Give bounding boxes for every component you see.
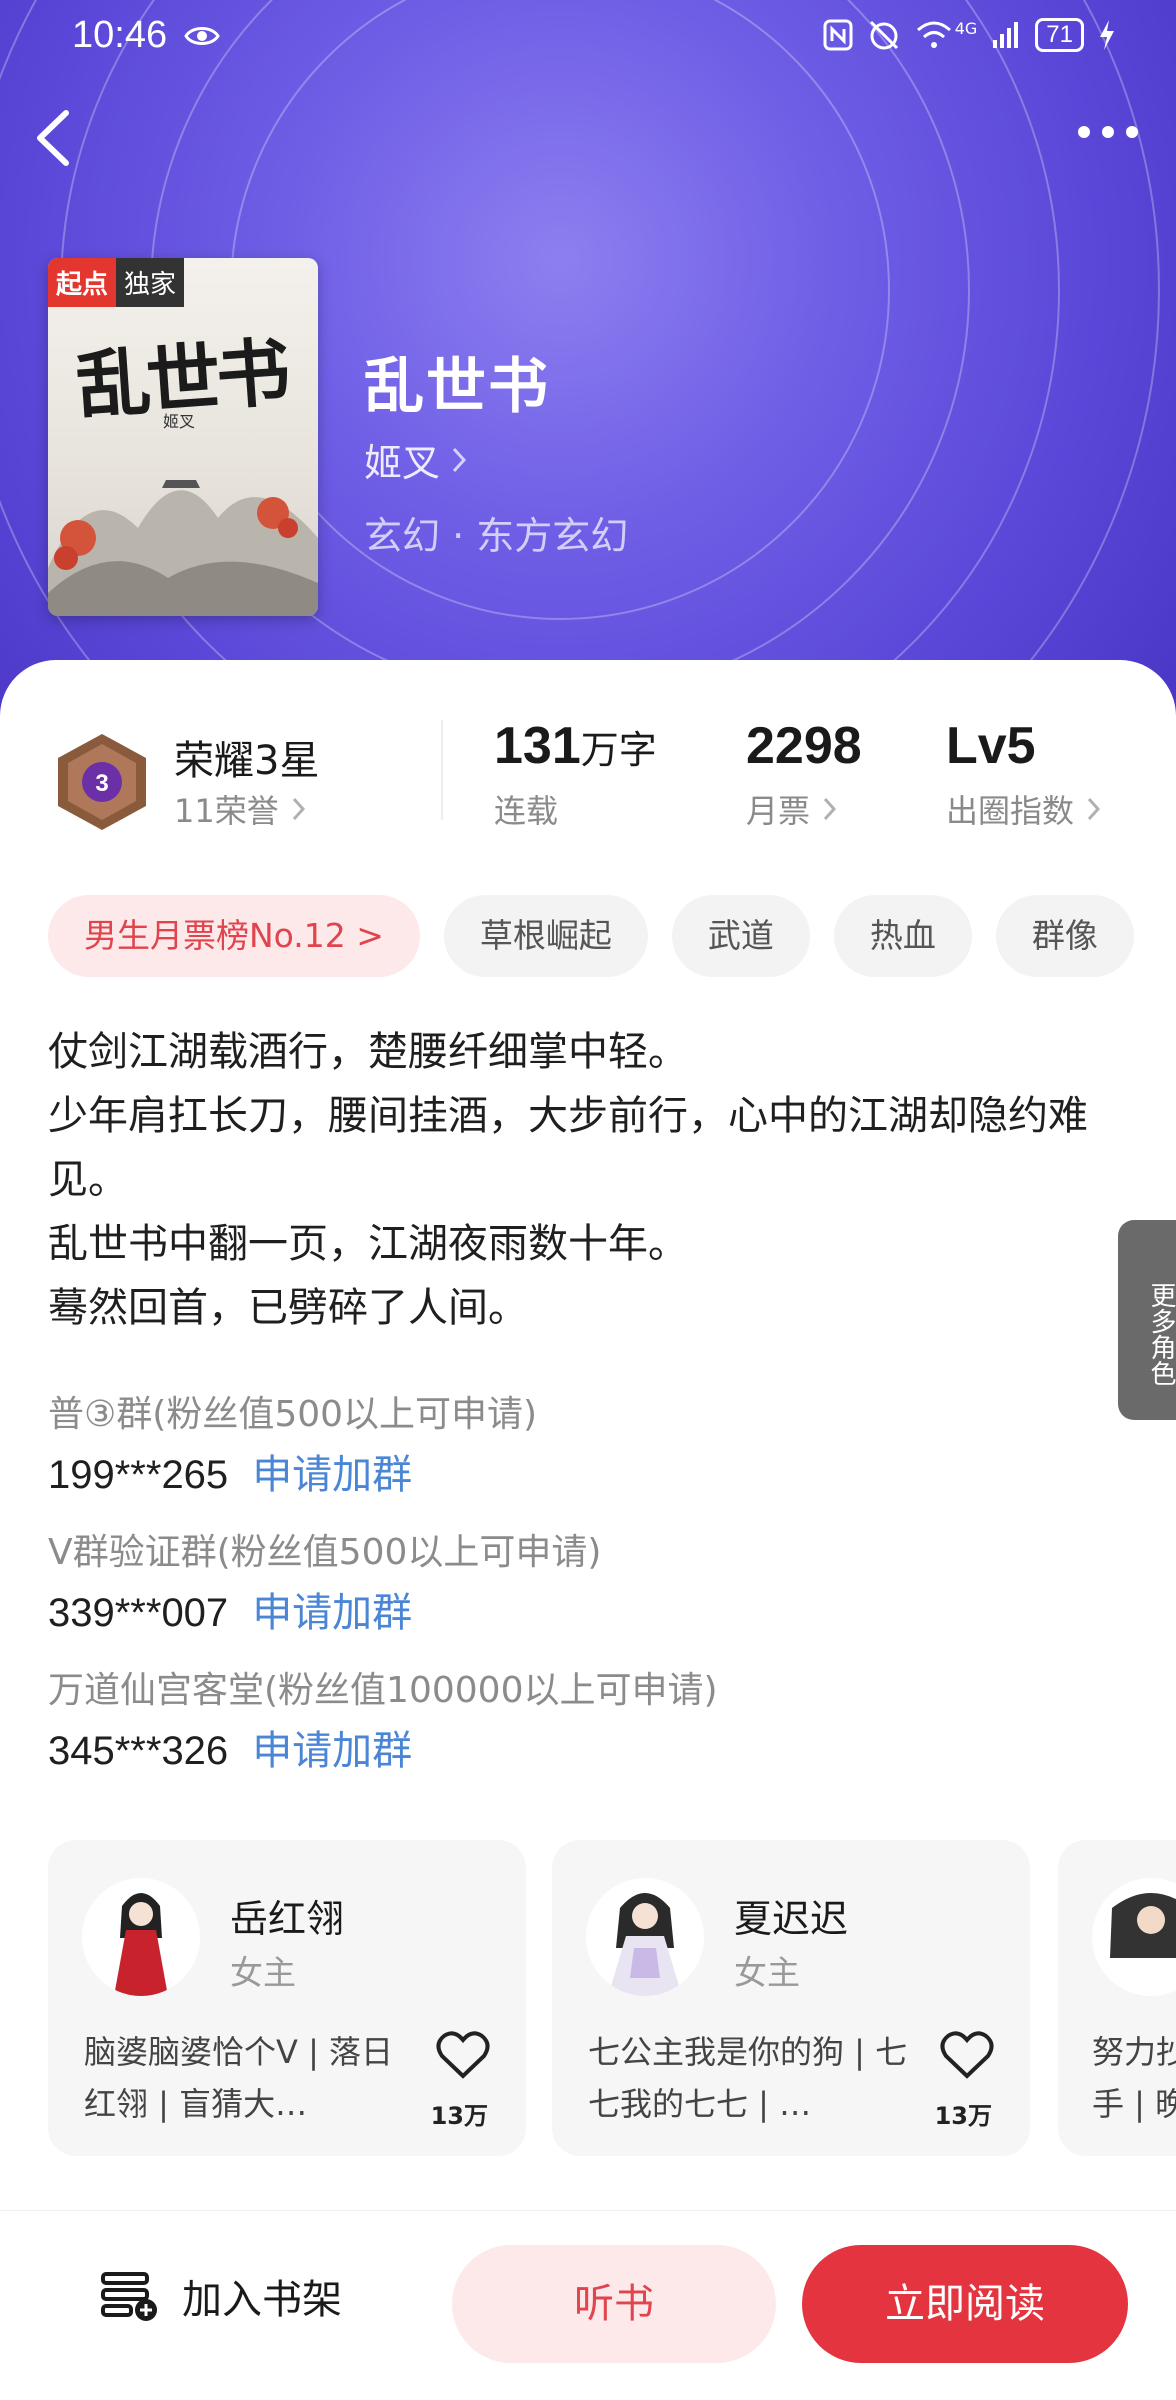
eye-icon xyxy=(184,27,220,45)
word-count: 131万字 xyxy=(494,716,657,776)
author-name: 姬叉 xyxy=(364,441,441,485)
signal-icon xyxy=(993,22,1019,48)
status-icons: 4G 71 xyxy=(823,18,1116,52)
character-avatar xyxy=(1092,1878,1176,1996)
tag-row: 男生月票榜No.12 > 草根崛起 武道 热血 群像 xyxy=(48,895,1176,979)
character-list: 岳红翎 女主 脑婆脑婆恰个V | 落日红翎 | 盲猜大… 13万 夏迟迟 女主 … xyxy=(48,1840,1176,2160)
more-characters-button[interactable]: 更多角色 xyxy=(1118,1220,1176,1420)
group-number: 339***007 xyxy=(48,1591,229,1635)
charging-icon xyxy=(1100,20,1114,50)
group-name: 普③群(粉丝值500以上可申请) xyxy=(48,1394,538,1435)
character-description: 七公主我是你的狗 | 七七我的七七 | … xyxy=(588,2033,908,2123)
description-line: 少年肩扛长刀，腰间挂酒，大步前行，心中的江湖却隐约难见。 xyxy=(48,1093,1088,1203)
alarm-off-icon xyxy=(869,20,898,50)
honor-count: 11荣誉 xyxy=(174,792,279,830)
bottom-action-bar: 加入书架 听书 立即阅读 xyxy=(0,2210,1176,2400)
book-description[interactable]: 仗剑江湖载酒行，楚腰纤细掌中轻。 少年肩扛长刀，腰间挂酒，大步前行，心中的江湖却… xyxy=(48,1020,1138,1340)
monthly-tickets-link[interactable]: 月票 xyxy=(746,786,838,832)
description-line: 仗剑江湖载酒行，楚腰纤细掌中轻。 xyxy=(48,1029,688,1075)
group-number: 345***326 xyxy=(48,1729,229,1773)
status-time: 10:46 xyxy=(72,14,168,56)
monthly-tickets-label: 月票 xyxy=(746,792,811,830)
read-now-button[interactable]: 立即阅读 xyxy=(802,2245,1128,2363)
cover-badge-exclusive: 独家 xyxy=(116,258,185,307)
serial-status: 连载 xyxy=(494,792,559,830)
character-avatar xyxy=(82,1878,200,1996)
character-card[interactable]: 岳红翎 女主 脑婆脑婆恰个V | 落日红翎 | 盲猜大… 13万 xyxy=(48,1840,526,2156)
apply-group-link[interactable]: 申请加群 xyxy=(252,1728,412,1774)
like-count: 13万 xyxy=(430,2102,488,2130)
fan-group: 普③群(粉丝值500以上可申请) 199***265 申请加群 xyxy=(48,1386,1138,1506)
character-description-line: 手 | 晚 xyxy=(1092,2085,1176,2123)
add-to-shelf-button[interactable]: 加入书架 xyxy=(100,2267,342,2325)
listen-button[interactable]: 听书 xyxy=(452,2245,776,2363)
author-link[interactable]: 姬叉 xyxy=(364,432,468,487)
character-name: 夏迟迟 xyxy=(734,1897,849,1941)
monthly-tickets-value: 2298 xyxy=(746,717,862,775)
character-description: 脑婆脑婆恰个V | 落日红翎 | 盲猜大… xyxy=(84,2033,394,2123)
tag-item[interactable]: 武道 xyxy=(671,895,810,977)
group-name: 万道仙宫客堂(粉丝值100000以上可申请) xyxy=(48,1670,718,1711)
circle-index-label: 出圈指数 xyxy=(946,792,1075,830)
cover-badge: 起点 独家 xyxy=(48,258,185,307)
group-number: 199***265 xyxy=(48,1453,229,1497)
like-count: 13万 xyxy=(934,2102,992,2130)
tag-item[interactable]: 草根崛起 xyxy=(443,895,648,977)
monthly-tickets: 2298 xyxy=(746,716,862,776)
circle-index-value: Lv5 xyxy=(946,717,1036,775)
book-header: 10:46 4G 71 起点 独家 乱世书 姬叉 乱世书 姬叉 玄幻 · 东方玄… xyxy=(0,0,1176,720)
apply-group-link[interactable]: 申请加群 xyxy=(252,1590,412,1636)
chevron-right-icon xyxy=(1087,797,1101,821)
character-type: 女主 xyxy=(734,1953,800,1992)
honor-title: 荣耀3星 xyxy=(174,738,320,784)
wifi-icon xyxy=(916,21,951,48)
apply-group-link[interactable]: 申请加群 xyxy=(252,1452,412,1498)
tag-item[interactable]: 热血 xyxy=(833,895,972,977)
honor-level-text: 3 xyxy=(95,770,108,797)
circle-index-link[interactable]: 出圈指数 xyxy=(946,786,1102,832)
fan-group: 万道仙宫客堂(粉丝值100000以上可申请) 345***326 申请加群 xyxy=(48,1662,1138,1782)
character-avatar xyxy=(586,1878,704,1996)
character-description-line: 努力抄 xyxy=(1092,2033,1176,2071)
chevron-right-icon xyxy=(823,797,837,821)
network-type: 4G xyxy=(954,18,978,38)
book-genre: 玄幻 · 东方玄幻 xyxy=(364,514,629,558)
character-portrait xyxy=(1110,1893,1176,1958)
description-line: 蓦然回首，已劈碎了人间。 xyxy=(48,1285,528,1331)
book-title: 乱世书 xyxy=(364,352,550,422)
status-bar: 10:46 4G 71 xyxy=(0,0,1176,72)
character-type: 女主 xyxy=(230,1953,296,1992)
circle-index: Lv5 xyxy=(946,716,1036,776)
chevron-right-icon xyxy=(452,447,467,472)
honor-badge-icon[interactable]: 3 xyxy=(50,730,154,834)
word-count-unit: 万字 xyxy=(580,728,657,772)
heart-icon[interactable] xyxy=(436,2030,490,2080)
divider xyxy=(441,720,443,820)
character-card[interactable]: 夏迟迟 女主 七公主我是你的狗 | 七七我的七七 | … 13万 xyxy=(552,1840,1030,2156)
character-portrait xyxy=(114,1893,168,1996)
battery-indicator: 71 xyxy=(1035,18,1084,52)
tag-rank[interactable]: 男生月票榜No.12 > xyxy=(48,895,420,977)
character-name: 岳红翎 xyxy=(230,1897,345,1941)
add-to-shelf-label: 加入书架 xyxy=(182,2277,342,2323)
heart-icon[interactable] xyxy=(940,2030,994,2080)
group-name: V群验证群(粉丝值500以上可申请) xyxy=(48,1532,602,1573)
word-count-value: 131 xyxy=(494,717,581,775)
description-line: 乱世书中翻一页，江湖夜雨数十年。 xyxy=(48,1221,688,1267)
honor-link[interactable]: 11荣誉 xyxy=(174,786,307,832)
chevron-right-icon xyxy=(292,797,305,821)
more-options-icon[interactable] xyxy=(1076,120,1140,144)
tag-item[interactable]: 群像 xyxy=(995,895,1134,977)
cover-badge-source: 起点 xyxy=(48,258,117,307)
character-card[interactable]: 努力抄 手 | 晚 xyxy=(1058,1840,1176,2156)
nfc-icon xyxy=(823,19,853,51)
fan-group: V群验证群(粉丝值500以上可申请) 339***007 申请加群 xyxy=(48,1524,1138,1644)
character-description: 努力抄 手 | 晚 xyxy=(1092,2026,1176,2130)
character-portrait xyxy=(608,1893,682,1996)
book-cover[interactable]: 起点 独家 乱世书 姬叉 xyxy=(48,258,318,616)
bookshelf-add-icon xyxy=(101,2272,157,2321)
cover-illustration xyxy=(48,480,318,616)
back-icon[interactable] xyxy=(30,105,74,171)
